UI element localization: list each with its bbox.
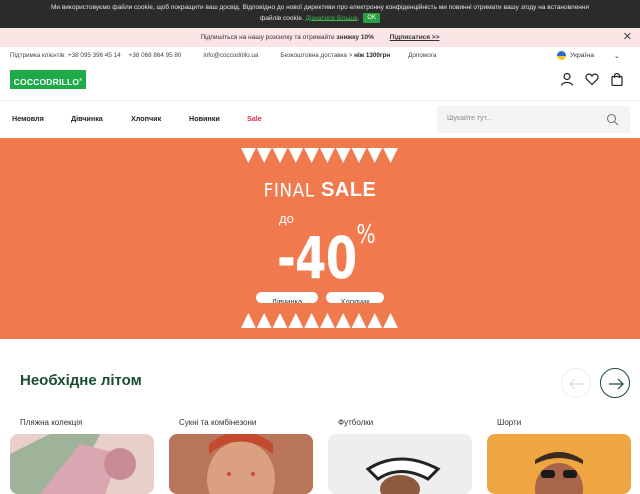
contact-row: Підтримка клієнтів: +38 095 396 45 14 +3… bbox=[10, 52, 436, 62]
ukraine-flag-icon bbox=[557, 51, 566, 60]
category-card-shorts[interactable] bbox=[487, 434, 631, 494]
hero-triangle-up bbox=[351, 313, 367, 328]
header-icons bbox=[560, 72, 624, 87]
nav-item-new[interactable]: Новинки bbox=[189, 114, 247, 123]
hero-girl-label: Дівчинка bbox=[271, 297, 303, 303]
phone-link-1[interactable]: +38 095 396 45 14 bbox=[68, 52, 121, 62]
section-title: Необхідне літом bbox=[20, 372, 142, 389]
hero-final: FINAL bbox=[263, 180, 315, 202]
cookie-ok-button[interactable]: OK bbox=[363, 12, 381, 23]
hero-triangle-down bbox=[256, 148, 272, 163]
category-label-shorts[interactable]: Шорти bbox=[497, 418, 521, 427]
category-card-beach[interactable] bbox=[10, 434, 154, 494]
promo-text: Підпишіться на нашу розсилку та отримайт… bbox=[200, 34, 335, 41]
arrow-right-icon bbox=[609, 378, 624, 390]
main-navigation: Немовля Дівчинка Хлопчик Новинки Sale bbox=[12, 114, 262, 123]
close-icon[interactable]: ✕ bbox=[623, 28, 632, 47]
hero-discount: -40% bbox=[277, 210, 376, 292]
support-label: Підтримка клієнтів: bbox=[10, 52, 66, 59]
sale-hero-banner[interactable]: FINAL SALE до -40% Дівчинка Хлопчик bbox=[0, 138, 640, 339]
cookie-text: Ми використовуємо файли cookie, щоб покр… bbox=[50, 4, 590, 11]
nav-item-girl[interactable]: Дівчинка bbox=[71, 114, 131, 123]
arrow-left-icon bbox=[569, 378, 584, 390]
hero-triangle-down bbox=[335, 148, 351, 163]
hero-boy-label: Хлопчик bbox=[340, 297, 370, 303]
category-card-dresses[interactable] bbox=[169, 434, 313, 494]
hero-triangle-up bbox=[272, 313, 288, 328]
help-link[interactable]: Допомога bbox=[408, 52, 436, 62]
search-input[interactable] bbox=[447, 115, 597, 122]
hero-triangle-down bbox=[320, 148, 335, 163]
language-selector[interactable]: Україна ⌄ bbox=[557, 51, 620, 60]
carousel-prev-button[interactable] bbox=[561, 368, 591, 398]
tshirts-image bbox=[328, 434, 472, 494]
hero-triangle-up bbox=[241, 313, 256, 328]
search-box bbox=[437, 106, 630, 133]
hero-triangle-up bbox=[367, 313, 383, 328]
cookie-banner: Ми використовуємо файли cookie, щоб покр… bbox=[0, 0, 640, 28]
shopping-bag-icon[interactable] bbox=[610, 72, 624, 87]
search-icon[interactable] bbox=[606, 113, 619, 126]
delivery-threshold: ніж 1300грн bbox=[354, 52, 391, 59]
user-account-icon[interactable] bbox=[560, 72, 574, 86]
category-label-dresses[interactable]: Сукні та комбінезони bbox=[179, 418, 256, 427]
hero-triangle-up bbox=[304, 313, 319, 328]
category-label-beach[interactable]: Пляжна колекція bbox=[20, 418, 82, 427]
carousel-next-button[interactable] bbox=[600, 368, 630, 398]
cookie-dot: . bbox=[357, 14, 360, 22]
nav-item-baby[interactable]: Немовля bbox=[12, 114, 71, 123]
hero-triangle-up bbox=[288, 313, 304, 328]
promo-discount: знижку 10% bbox=[336, 34, 374, 41]
hero-discount-value: -40 bbox=[277, 224, 357, 292]
hero-triangle-down bbox=[288, 148, 304, 163]
beach-collection-image bbox=[10, 434, 154, 494]
hero-triangle-down bbox=[383, 148, 398, 163]
hero-triangle-up bbox=[256, 313, 272, 328]
delivery-text: Безкоштовна доставка > bbox=[280, 52, 353, 59]
hero-triangle-down bbox=[367, 148, 383, 163]
cookie-learn-more-link[interactable]: Дізнатися більше bbox=[305, 14, 357, 21]
free-delivery-info: Безкоштовна доставка > ніж 1300грн bbox=[280, 52, 390, 62]
hero-boy-button[interactable]: Хлопчик bbox=[326, 292, 384, 303]
hero-triangle-down bbox=[272, 148, 288, 163]
logo-text: COCCODRILLO bbox=[13, 76, 80, 87]
hero-girl-button[interactable]: Дівчинка bbox=[256, 292, 318, 303]
hero-triangle-down bbox=[351, 148, 367, 163]
category-card-tshirts[interactable] bbox=[328, 434, 472, 494]
hero-percent: % bbox=[356, 220, 375, 250]
heart-icon[interactable] bbox=[585, 72, 599, 86]
nav-item-sale[interactable]: Sale bbox=[247, 114, 262, 123]
hero-headline: FINAL SALE bbox=[0, 178, 640, 202]
hero-triangle-up bbox=[335, 313, 351, 328]
hero-triangle-down bbox=[241, 148, 256, 163]
subscribe-link[interactable]: Підписатися >> bbox=[390, 34, 440, 41]
newsletter-promo-bar: Підпишіться на нашу розсилку та отримайт… bbox=[0, 28, 640, 47]
category-label-tshirts[interactable]: Футболки bbox=[338, 418, 373, 427]
hero-triangle-down bbox=[304, 148, 319, 163]
email-link[interactable]: info@coccodrillo.ua bbox=[203, 52, 258, 62]
hero-triangle-up bbox=[320, 313, 335, 328]
phone-link-2[interactable]: +38 068 864 95 80 bbox=[129, 52, 182, 62]
dresses-image bbox=[169, 434, 313, 494]
shorts-image bbox=[487, 434, 631, 494]
nav-item-boy[interactable]: Хлопчик bbox=[131, 114, 189, 123]
hero-triangle-up bbox=[383, 313, 398, 328]
site-logo[interactable]: COCCODRILLO® bbox=[10, 70, 86, 89]
cookie-text-2: файлів cookie. bbox=[259, 14, 304, 22]
header-divider bbox=[0, 100, 640, 101]
chevron-down-icon: ⌄ bbox=[613, 52, 620, 60]
language-label: Україна bbox=[570, 52, 594, 59]
hero-sale: SALE bbox=[321, 179, 377, 201]
